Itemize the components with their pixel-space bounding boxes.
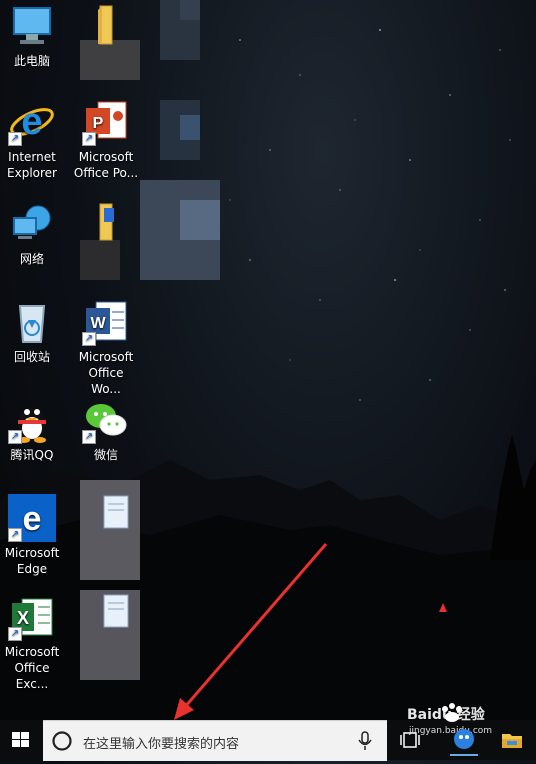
cortana-circle-icon xyxy=(52,731,72,751)
windows-logo-icon xyxy=(12,732,29,747)
red-annotation-arrow xyxy=(174,543,447,720)
start-button[interactable] xyxy=(0,720,42,760)
taskbar-app-baidu[interactable] xyxy=(450,726,478,756)
taskbar-search-box[interactable]: 在这里输入你要搜索的内容 xyxy=(43,720,387,761)
folder-icon xyxy=(502,734,522,748)
microphone-icon[interactable] xyxy=(357,731,373,751)
baidu-app-icon xyxy=(454,729,474,749)
taskbar-app-file-explorer[interactable] xyxy=(500,728,524,752)
taskbar: 在这里输入你要搜索的内容 Baidu 经验 jingyan.baidu.com xyxy=(0,703,536,761)
watermark-text: Baidu 经验 xyxy=(407,707,485,723)
search-placeholder: 在这里输入你要搜索的内容 xyxy=(83,737,240,752)
